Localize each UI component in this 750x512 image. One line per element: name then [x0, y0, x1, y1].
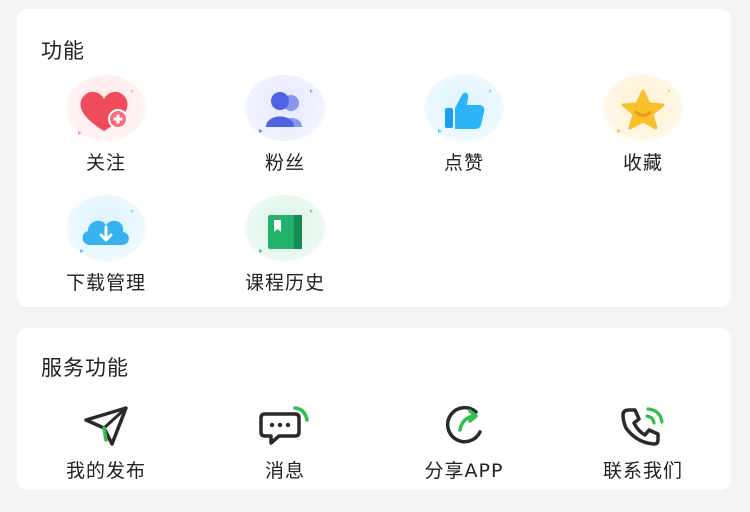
message-icon: [259, 406, 309, 445]
download-manager-item[interactable]: 下载管理: [46, 195, 166, 295]
follow-label: 关注: [85, 152, 126, 174]
contact-us-label: 联系我们: [602, 460, 683, 482]
follow-item[interactable]: 关注: [46, 75, 166, 175]
fans-item[interactable]: 粉丝: [225, 75, 345, 175]
services-card: 服务功能 我的发布 消息 分享APP 联系我们: [17, 328, 731, 490]
services-title: 服务功能: [41, 356, 129, 380]
course-history-label: 课程历史: [244, 272, 325, 294]
phone-icon: [621, 407, 664, 446]
my-posts-label: 我的发布: [65, 460, 146, 482]
messages-item[interactable]: 消息: [225, 404, 345, 482]
like-item[interactable]: 点赞: [404, 75, 524, 175]
users-icon: [259, 89, 313, 133]
heart-plus-icon: [78, 89, 134, 135]
my-posts-item[interactable]: 我的发布: [46, 404, 166, 482]
share-icon: [445, 405, 482, 444]
functions-card: 功能 关注 粉丝 点赞 收藏 下载管理 课程历史: [17, 9, 731, 307]
cloud-download-icon: [80, 209, 134, 253]
functions-title: 功能: [41, 39, 85, 63]
favorite-label: 收藏: [622, 152, 663, 174]
like-label: 点赞: [443, 152, 484, 174]
messages-label: 消息: [264, 460, 305, 482]
share-app-item[interactable]: 分享APP: [404, 404, 524, 482]
favorite-item[interactable]: 收藏: [583, 75, 703, 175]
course-history-item[interactable]: 课程历史: [225, 195, 345, 295]
thumbs-up-icon: [438, 89, 492, 133]
paper-plane-icon: [84, 406, 128, 446]
download-manager-label: 下载管理: [65, 272, 146, 294]
share-app-label: 分享APP: [424, 460, 504, 482]
fans-label: 粉丝: [264, 152, 305, 174]
book-icon: [259, 209, 313, 253]
star-icon: [617, 89, 671, 133]
contact-us-item[interactable]: 联系我们: [583, 404, 703, 482]
